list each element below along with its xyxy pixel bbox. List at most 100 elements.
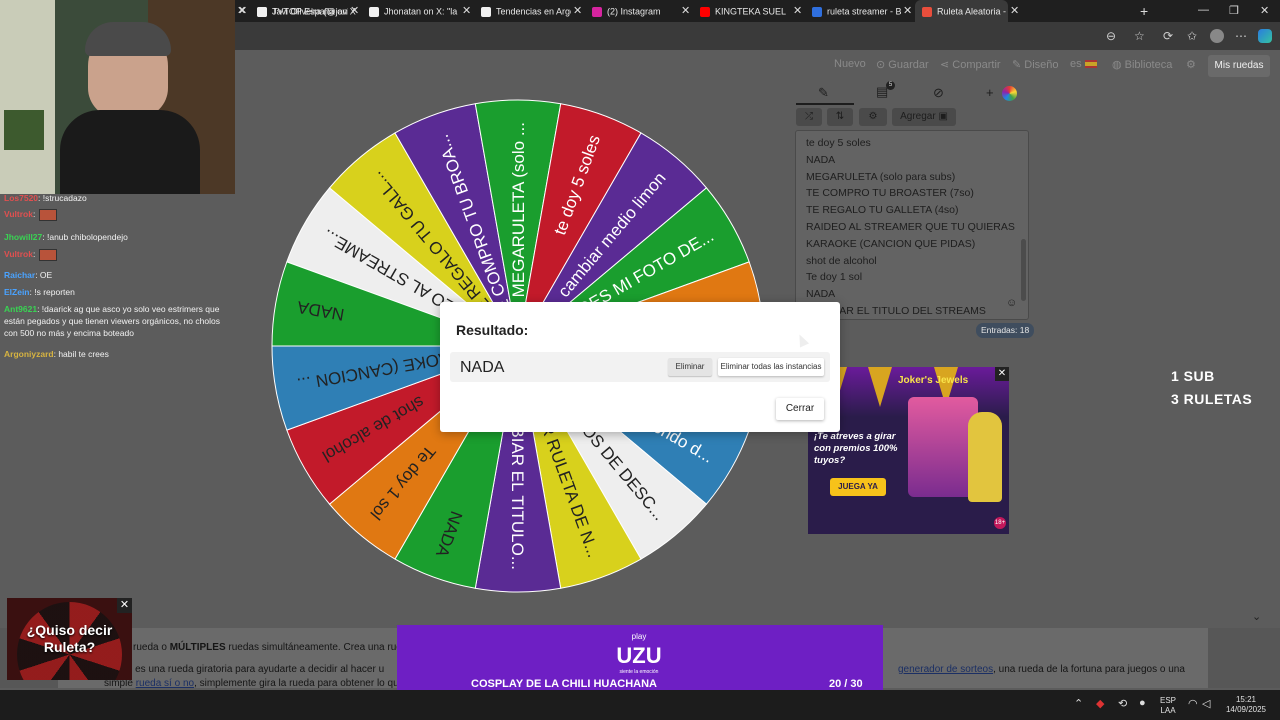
browser-tab[interactable]: KINGTEKA SUEL	[693, 0, 791, 22]
entry-line: TE COMPRO TU BROASTER (7so)	[806, 187, 974, 200]
tab-close-icon[interactable]: ✕	[793, 5, 802, 17]
chat-message: Raichar: OE	[4, 269, 52, 281]
uzu-logo-main: UZU	[616, 643, 661, 668]
browser-tab[interactable]: (2) Instagram	[585, 0, 679, 22]
tab-title: Tendencias en Arge	[496, 6, 571, 17]
entry-line: RAIDEO AL STREAMER QUE TU QUIERAS	[806, 221, 1015, 233]
roulette-widget-close-button[interactable]: ✕	[117, 598, 132, 613]
spain-flag-icon	[1084, 60, 1097, 69]
agregar-image-button[interactable]: Agregar ▣	[892, 108, 956, 126]
entries-textarea[interactable]: te doy 5 soles NADA MEGARULETA (solo para …	[795, 130, 1029, 320]
tab-close-icon[interactable]: ✕	[573, 5, 582, 17]
tray-chevron-up-icon[interactable]: ⌃	[1074, 697, 1083, 710]
chat-text: con 500 no más y encima boteado	[4, 328, 134, 338]
new-tab-button[interactable]: +	[1140, 3, 1148, 19]
webcam-feed	[0, 0, 235, 194]
chat-text: : !s reporten	[29, 287, 75, 297]
roulette-widget[interactable]: ¿Quiso decir Ruleta?	[7, 598, 132, 680]
eliminar-todas-button[interactable]: Eliminar todas las instancias	[718, 358, 824, 376]
nuevo-link[interactable]: Nuevo	[834, 58, 866, 70]
close-icon: ✕	[119, 599, 130, 611]
keyboard-language[interactable]: ESP LAA	[1158, 696, 1178, 716]
volume-icon[interactable]: ◁	[1202, 697, 1210, 710]
clock[interactable]: 15:21 14/09/2025	[1222, 695, 1270, 715]
browser-tab[interactable]: ruleta streamer - Bi	[805, 0, 901, 22]
wifi-icon[interactable]: ◠	[1188, 697, 1198, 710]
description-line-2b: generador de sorteos, una rueda de la fo…	[898, 664, 1185, 675]
chat-username[interactable]: ElZein	[4, 287, 30, 297]
x-logo-icon	[257, 6, 267, 17]
promo-caption: COSPLAY DE LA CHILI HUACHANA	[471, 678, 657, 690]
mis-ruedas-button[interactable]: Mis ruedas	[1208, 55, 1270, 77]
chat-text: : !daarick ag que asco yo solo veo estri…	[37, 304, 220, 314]
chat-message: Vultrok:	[4, 208, 58, 221]
hide-eye-icon[interactable]: ⊘	[933, 85, 944, 101]
edit-pencil-icon[interactable]: ✎	[818, 85, 829, 101]
cerrar-button[interactable]: Cerrar	[776, 398, 824, 420]
chat-username[interactable]: Jhowill27	[4, 232, 42, 242]
instagram-icon	[592, 6, 602, 17]
entries-scrollbar[interactable]	[1021, 239, 1026, 301]
eliminar-button[interactable]: Eliminar	[668, 358, 712, 376]
close-icon: ✕	[997, 368, 1007, 379]
tab-close-icon[interactable]: ✕	[681, 5, 690, 17]
result-value: NADA	[460, 359, 505, 376]
sort-button[interactable]: ⇅	[827, 108, 853, 126]
ad-close-button[interactable]: ✕	[995, 367, 1009, 381]
profile-avatar-icon[interactable]	[1210, 29, 1224, 43]
biblioteca-link[interactable]: ◍ Biblioteca	[1112, 58, 1172, 71]
color-wheel-icon[interactable]	[1002, 86, 1017, 101]
tab-close-icon[interactable]: ✕	[350, 5, 359, 17]
tab-close-icon[interactable]: ✕	[462, 5, 471, 17]
tray-sync-icon[interactable]: ⟲	[1118, 697, 1127, 710]
maximize-button[interactable]: ❐	[1229, 4, 1239, 17]
browser-tab[interactable]: Javi Oliveira (@javio	[250, 0, 348, 22]
chat-username[interactable]: Argoniyzard	[4, 349, 54, 359]
shuffle-button[interactable]: ⤮	[796, 108, 822, 126]
chat-username[interactable]: Vultrok	[4, 249, 33, 259]
tray-app-icon[interactable]: ◆	[1096, 697, 1104, 710]
add-plus-icon[interactable]: +	[986, 85, 994, 100]
tab-title: KINGTEKA SUEL	[715, 6, 787, 17]
wheel-icon	[922, 6, 932, 17]
reader-icon[interactable]: ⊖	[1106, 29, 1116, 43]
emoji-icon[interactable]: ☺	[1006, 297, 1017, 309]
microphone-icon[interactable]: ●	[1139, 697, 1146, 709]
clipboard-icon[interactable]: ▤ 5	[876, 81, 895, 100]
browser-tab[interactable]: Jhonatan on X: "la c	[362, 0, 460, 22]
webcam-window-light	[0, 0, 55, 194]
tab-close-icon[interactable]: ✕	[237, 5, 246, 17]
youtube-icon	[700, 6, 710, 17]
globe-icon: ◍	[1112, 59, 1125, 71]
language-selector[interactable]: es	[1070, 58, 1097, 70]
favorite-star-icon[interactable]: ☆	[1134, 29, 1145, 43]
tab-close-icon[interactable]: ✕	[1010, 5, 1019, 17]
minimize-button[interactable]: —	[1198, 4, 1209, 16]
settings-button[interactable]: ⚙	[859, 108, 887, 126]
browser-tab[interactable]: Ruleta Aleatoria - S	[915, 0, 1008, 22]
ad-cta-button[interactable]: JUEGA YA	[830, 478, 886, 496]
more-menu-icon[interactable]: ⋯	[1235, 29, 1247, 43]
chevron-down-icon[interactable]: ⌄	[1252, 610, 1261, 623]
entry-line: NADA	[806, 153, 836, 166]
diseno-link[interactable]: ✎ Diseño	[1012, 58, 1059, 71]
chat-username[interactable]: Ant9621	[4, 304, 37, 314]
guardar-link[interactable]: ⊙ Guardar	[876, 58, 929, 71]
chat-username[interactable]: Los7520	[4, 193, 38, 203]
chat-username[interactable]: Raichar	[4, 270, 35, 280]
extensions-icon[interactable]: ⟳	[1163, 29, 1173, 43]
browser-tab[interactable]: Tendencias en Arge	[474, 0, 571, 22]
favorites-icon[interactable]: ✩	[1187, 29, 1197, 43]
generador-sorteos-link[interactable]: generador de sorteos	[898, 664, 993, 675]
compartir-link[interactable]: ⋖ Compartir	[940, 58, 1001, 71]
webcam-cap	[85, 22, 171, 56]
window-close-button[interactable]: ✕	[1260, 4, 1269, 17]
chat-username[interactable]: Vultrok	[4, 209, 33, 219]
rueda-si-no-link[interactable]: rueda sí o no	[136, 678, 194, 689]
copilot-icon[interactable]	[1258, 29, 1272, 43]
chat-message: Jhowill27: !anub chibolopendejo	[4, 231, 128, 243]
settings-icon[interactable]: ⚙	[1186, 58, 1196, 71]
gear-icon: ⚙	[868, 111, 878, 122]
dialog-title: Resultado:	[456, 322, 529, 338]
tab-close-icon[interactable]: ✕	[903, 5, 912, 17]
